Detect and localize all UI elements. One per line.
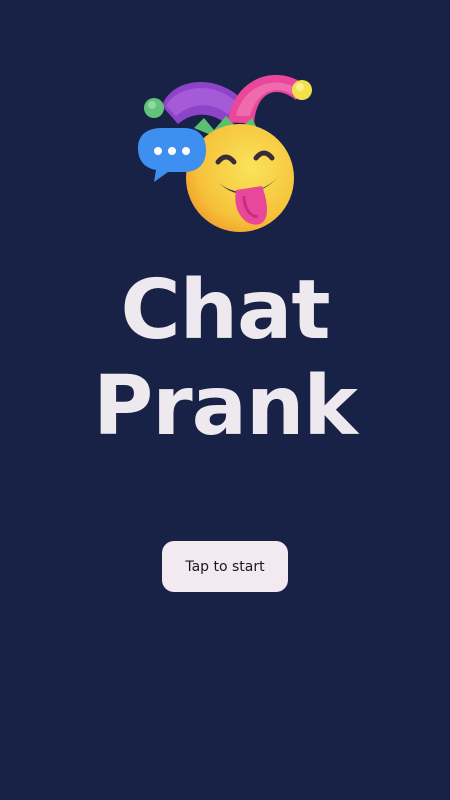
app-title-line2: Prank	[93, 359, 358, 454]
splash-screen: Chat Prank Tap to start	[0, 0, 450, 800]
tap-to-start-button[interactable]: Tap to start	[162, 541, 288, 592]
app-title-line1: Chat	[120, 263, 330, 358]
tap-to-start-label: Tap to start	[185, 558, 265, 575]
jester-logo-icon	[132, 62, 318, 234]
